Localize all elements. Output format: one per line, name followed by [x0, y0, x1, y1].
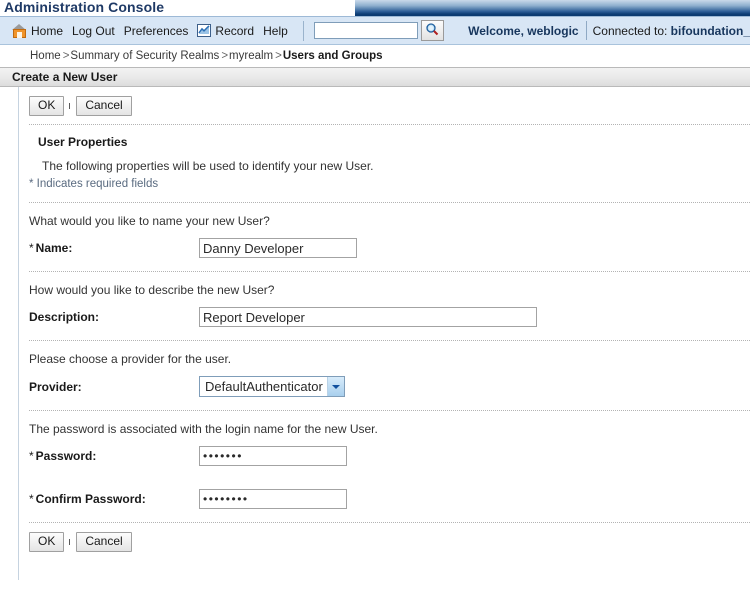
- menu-item-log-out[interactable]: Log Out: [72, 24, 115, 38]
- cancel-button-top[interactable]: Cancel: [76, 96, 132, 116]
- required-star: *: [29, 241, 34, 255]
- section-heading: User Properties: [38, 135, 128, 149]
- connected-to-value: bifoundation_: [670, 23, 750, 38]
- breadcrumb-item-users-and-groups: Users and Groups: [282, 50, 383, 62]
- connected-to: Connected to: bifoundation_: [587, 24, 750, 38]
- breadcrumb-item-myrealm[interactable]: myrealm: [229, 50, 273, 62]
- breadcrumb-separator: >: [62, 50, 70, 62]
- password-question: The password is associated with the logi…: [29, 422, 378, 436]
- menu-item-record[interactable]: Record: [215, 24, 254, 38]
- provider-select-value: DefaultAuthenticator: [205, 379, 323, 394]
- cancel-button-bottom[interactable]: Cancel: [76, 532, 132, 552]
- page-title-bar: Create a New User: [0, 67, 750, 87]
- provider-select[interactable]: DefaultAuthenticator: [199, 376, 345, 397]
- bottom-button-row: OK Cancel: [24, 523, 750, 560]
- search-icon: [425, 22, 439, 39]
- confirm-password-label: * Confirm Password:: [29, 492, 199, 506]
- session-info: Welcome, weblogic Connected to: bifounda…: [468, 21, 750, 40]
- menu-item-help[interactable]: Help: [263, 24, 288, 38]
- menu-item-preferences[interactable]: Preferences: [124, 24, 189, 38]
- top-button-row: OK Cancel: [24, 87, 750, 124]
- menu-divider: [302, 20, 304, 41]
- confirm-password-input[interactable]: [199, 489, 347, 509]
- name-field-row: * Name:: [24, 228, 750, 271]
- description-input[interactable]: [199, 307, 537, 327]
- breadcrumb-item-summary-of-security-realms[interactable]: Summary of Security Realms: [70, 50, 219, 62]
- form-content: OK Cancel User Properties The following …: [0, 87, 750, 580]
- search-button[interactable]: [420, 20, 444, 41]
- page-title: Create a New User: [12, 70, 118, 84]
- password-label-text: Password:: [35, 449, 97, 463]
- global-menu-bar: Home Log Out Preferences Record Help Wel…: [0, 16, 750, 45]
- password-input[interactable]: [199, 446, 347, 466]
- provider-label: Provider:: [29, 379, 82, 394]
- breadcrumb-separator: >: [275, 50, 282, 62]
- name-label-text: Name:: [35, 241, 73, 255]
- confirm-password-label-text: Confirm Password:: [35, 492, 146, 506]
- breadcrumb-separator: >: [221, 50, 229, 62]
- name-input[interactable]: [199, 238, 357, 258]
- breadcrumb-item-home[interactable]: Home: [30, 50, 61, 62]
- banner-gradient-decoration: [355, 0, 750, 16]
- name-question: What would you like to name your new Use…: [29, 214, 270, 228]
- welcome-user-label: Welcome, weblogic: [468, 23, 579, 38]
- confirm-password-field-row: * Confirm Password:: [24, 479, 750, 522]
- chart-icon: [197, 24, 212, 37]
- description-field-row: Description:: [24, 297, 750, 340]
- section-description: The following properties will be used to…: [42, 159, 374, 173]
- app-title: Administration Console: [4, 0, 165, 15]
- top-banner: Administration Console: [0, 0, 750, 16]
- description-question: How would you like to describe the new U…: [29, 283, 275, 297]
- ok-button-top[interactable]: OK: [29, 96, 65, 116]
- password-field-row: * Password:: [24, 436, 750, 479]
- password-label: * Password:: [29, 449, 199, 463]
- name-label: * Name:: [29, 241, 199, 255]
- chevron-down-icon: [326, 377, 344, 396]
- home-icon: [12, 23, 27, 38]
- provider-field-row: Provider: DefaultAuthenticator: [24, 366, 750, 410]
- search-input[interactable]: [313, 22, 418, 39]
- required-star: *: [29, 449, 34, 463]
- required-star: *: [29, 492, 34, 506]
- provider-question: Please choose a provider for the user.: [29, 352, 232, 366]
- required-fields-note: * Indicates required fields: [29, 178, 159, 190]
- ok-button-bottom[interactable]: OK: [29, 532, 65, 552]
- description-label: Description:: [29, 310, 100, 324]
- menu-item-home[interactable]: Home: [31, 24, 63, 38]
- breadcrumb: Home > Summary of Security Realms > myre…: [0, 45, 750, 67]
- connected-to-label: Connected to:: [592, 23, 668, 38]
